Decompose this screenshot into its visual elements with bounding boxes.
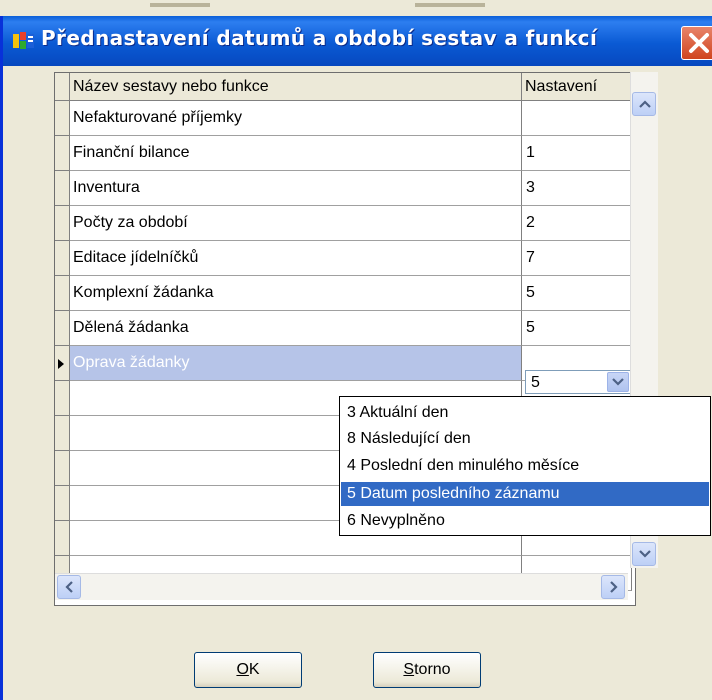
dropdown-option[interactable]: 6 Nevyplněno <box>341 509 709 533</box>
current-row-arrow-icon <box>58 359 64 369</box>
cell-name[interactable]: Komplexní žádanka <box>70 276 522 311</box>
dropdown-option[interactable]: 3 Aktuální den <box>341 401 709 425</box>
chevron-down-icon <box>612 378 624 386</box>
row-indicator[interactable] <box>55 241 70 276</box>
combo-value: 5 <box>531 374 540 391</box>
cell-setting[interactable] <box>522 101 632 136</box>
row-indicator[interactable] <box>55 451 70 486</box>
window-title: Přednastavení datumů a období sestav a f… <box>41 26 598 50</box>
row-indicator[interactable] <box>55 206 70 241</box>
storno-button-label: Storno <box>403 661 451 678</box>
scroll-right-button[interactable] <box>601 575 625 599</box>
horizontal-scrollbar[interactable] <box>55 573 628 600</box>
title-bar[interactable]: Přednastavení datumů a období sestav a f… <box>3 16 712 66</box>
cell-setting[interactable]: 1 <box>522 136 632 171</box>
cell-name[interactable]: Editace jídelníčků <box>70 241 522 276</box>
column-header-name[interactable]: Název sestavy nebo funkce <box>70 73 522 101</box>
close-button[interactable] <box>681 26 712 60</box>
cell-setting[interactable]: 5 <box>522 276 632 311</box>
row-indicator[interactable] <box>55 171 70 206</box>
row-indicator[interactable] <box>55 101 70 136</box>
chevron-up-icon <box>639 100 651 108</box>
scroll-up-button[interactable] <box>632 92 656 116</box>
cell-setting[interactable]: 5 <box>522 311 632 346</box>
row-indicator[interactable] <box>55 381 70 416</box>
cell-name[interactable]: Dělená žádanka <box>70 311 522 346</box>
cell-name[interactable]: Nefakturované příjemky <box>70 101 522 136</box>
dropdown-option[interactable]: 4 Poslední den minulého měsíce <box>341 454 709 478</box>
cell-setting[interactable]: 3 <box>522 171 632 206</box>
storno-button[interactable]: Storno <box>373 652 481 688</box>
cell-name[interactable]: Počty za období <box>70 206 522 241</box>
cell-name[interactable]: Inventura <box>70 171 522 206</box>
cell-setting[interactable]: 2 <box>522 206 632 241</box>
row-indicator[interactable] <box>55 521 70 556</box>
scroll-down-button[interactable] <box>632 542 656 566</box>
cell-setting[interactable]: 7 <box>522 241 632 276</box>
app-icon <box>13 31 35 51</box>
cell-name[interactable]: Finanční bilance <box>70 136 522 171</box>
dropdown-option[interactable]: 8 Následující den <box>341 427 709 451</box>
combo-dropdown-button[interactable] <box>607 372 629 392</box>
row-indicator[interactable] <box>55 136 70 171</box>
row-indicator[interactable] <box>55 311 70 346</box>
row-indicator[interactable] <box>55 346 70 381</box>
ok-button[interactable]: OK <box>194 652 302 688</box>
scroll-left-button[interactable] <box>57 575 81 599</box>
chevron-right-icon <box>610 581 618 593</box>
close-icon <box>689 33 709 53</box>
row-indicator[interactable] <box>55 276 70 311</box>
row-indicator[interactable] <box>55 416 70 451</box>
chevron-left-icon <box>65 581 73 593</box>
row-indicator[interactable] <box>55 486 70 521</box>
column-header-setting[interactable]: Nastavení <box>522 73 632 101</box>
header-indicator <box>55 73 70 101</box>
background-window-strip <box>0 0 712 17</box>
setting-combo[interactable]: 5 <box>525 370 631 394</box>
dropdown-option-selected[interactable]: 5 Datum posledního záznamu <box>341 482 709 506</box>
chevron-down-icon <box>639 550 651 558</box>
ok-button-label: OK <box>236 661 260 678</box>
cell-name[interactable]: Oprava žádanky <box>70 346 522 381</box>
setting-dropdown-list: 3 Aktuální den 8 Následující den 4 Posle… <box>339 396 711 536</box>
